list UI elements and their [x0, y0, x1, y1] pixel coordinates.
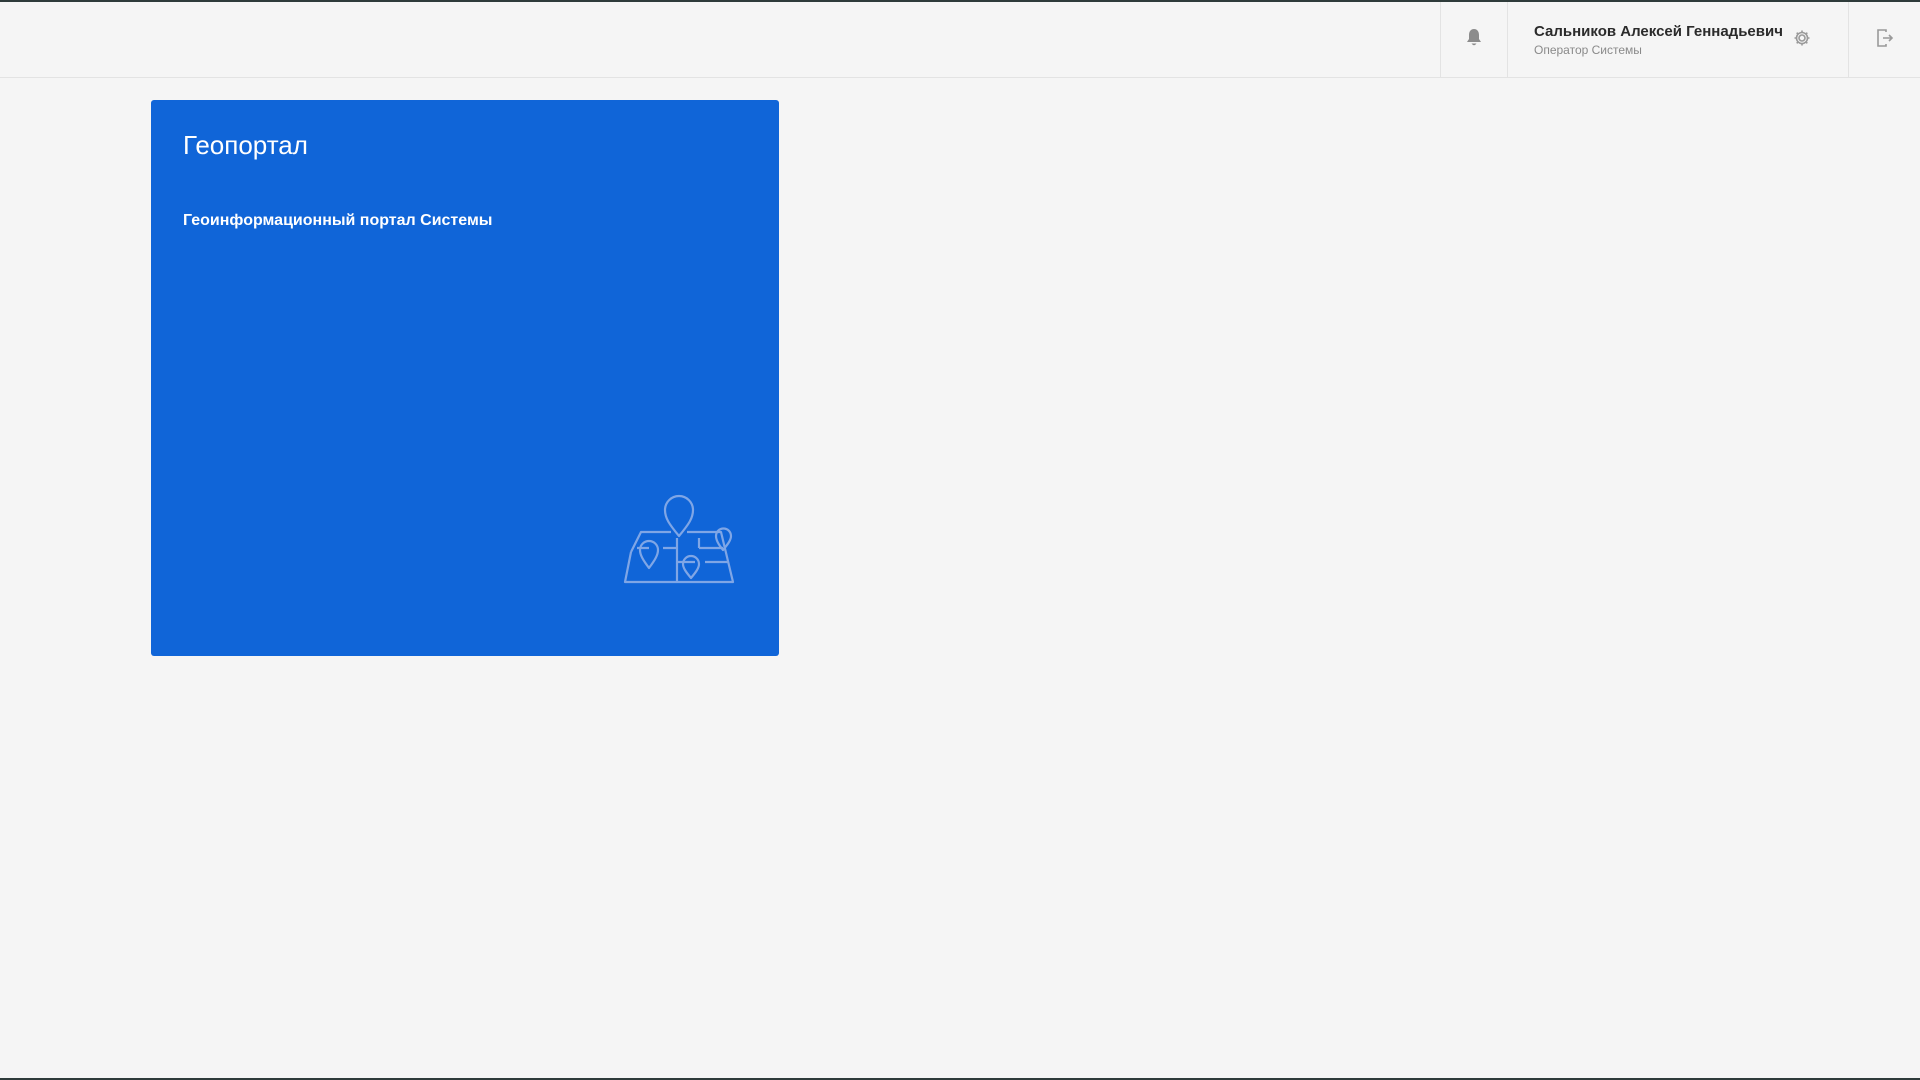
- user-info: Сальников Алексей Геннадьевич Оператор С…: [1534, 23, 1783, 57]
- logout-icon: [1875, 28, 1895, 53]
- notifications-button[interactable]: [1440, 2, 1508, 78]
- map-pins-icon: [619, 492, 743, 592]
- tile-title: Геопортал: [183, 130, 308, 160]
- bell-icon: [1465, 28, 1483, 53]
- user-name: Сальников Алексей Геннадьевич: [1534, 22, 1783, 40]
- user-role: Оператор Системы: [1534, 42, 1642, 57]
- logout-button[interactable]: [1848, 2, 1920, 78]
- top-bar: Сальников Алексей Геннадьевич Оператор С…: [0, 0, 1920, 78]
- settings-button[interactable]: [1788, 26, 1816, 54]
- gear-icon: [1793, 29, 1811, 52]
- tile-description: Геоинформационный портал Системы: [183, 212, 493, 229]
- geoportal-tile[interactable]: Геопортал Геоинформационный портал Систе…: [151, 100, 779, 656]
